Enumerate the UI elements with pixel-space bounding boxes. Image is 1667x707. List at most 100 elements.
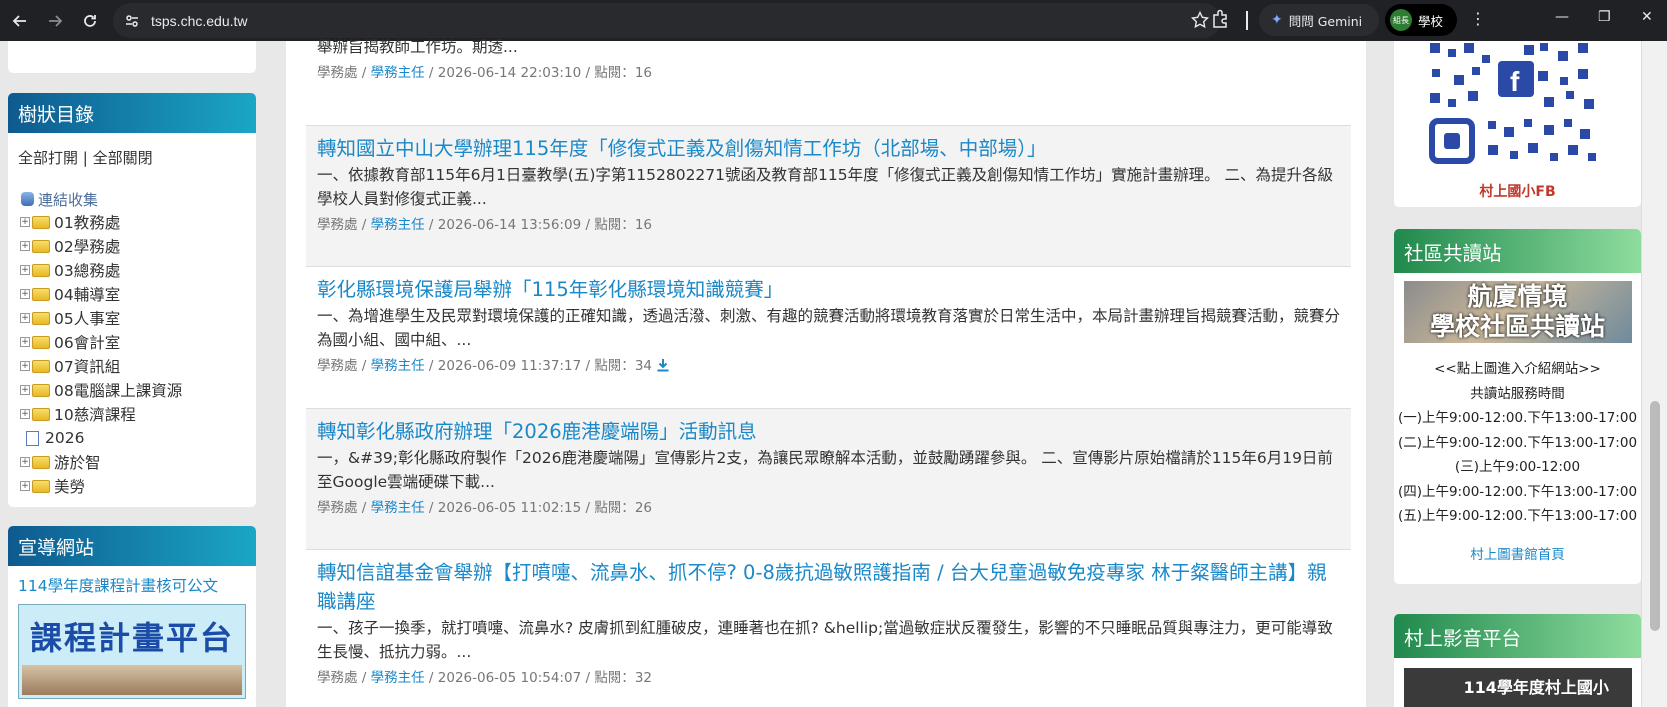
menu-kebab-icon[interactable]: ⋮ — [1470, 11, 1486, 27]
tree-item[interactable]: +08電腦課上課資源 — [18, 378, 246, 402]
expand-icon[interactable]: + — [20, 289, 30, 299]
gemini-label: 問問 Gemini — [1288, 13, 1363, 29]
news-title-link[interactable]: 彰化縣環境保護局舉辦「115年彰化縣環境知識競賽」 — [317, 275, 1340, 304]
close-icon[interactable]: ✕ — [1641, 9, 1653, 25]
close-all-link[interactable]: 全部關閉 — [93, 149, 153, 167]
forward-button[interactable] — [40, 6, 70, 36]
open-all-link[interactable]: 全部打開 — [18, 149, 78, 167]
back-button[interactable] — [5, 6, 35, 36]
news-dept: 學務處 — [317, 500, 358, 516]
tree-item-label: 游於智 — [54, 454, 101, 472]
expand-icon[interactable]: + — [20, 337, 30, 347]
expand-icon[interactable]: + — [20, 457, 30, 467]
tree-item[interactable]: +07資訊組 — [18, 354, 246, 378]
folder-icon — [32, 287, 50, 301]
tree-item[interactable]: +03總務處 — [18, 258, 246, 282]
community-reading-panel: 社區共讀站 航廈情境 學校社區共讀站 <<點上圖進入介紹網站>> 共讀站服務時間… — [1394, 229, 1641, 584]
hours-row: (一)上午9:00-12:00.下午13:00-17:00 — [1397, 410, 1638, 426]
news-item: 彰化縣環境保護局舉辦「115年彰化縣環境知識競賽」 一、為增進學生及民眾對環境保… — [306, 267, 1351, 409]
news-date: 2026-06-05 10:54:07 — [437, 670, 582, 686]
news-poster-link[interactable]: 學務主任 — [371, 65, 425, 81]
gemini-button[interactable]: ✦ 問問 Gemini — [1259, 4, 1379, 36]
page-scrollbar[interactable] — [1641, 41, 1667, 707]
tree-item[interactable]: +06會計室 — [18, 330, 246, 354]
banner-school-photo — [22, 665, 242, 695]
tree-item[interactable]: +05人事室 — [18, 306, 246, 330]
tree-item-label: 10慈濟課程 — [54, 406, 136, 424]
news-title-link[interactable]: 轉知彰化縣政府辦理「2026鹿港慶端陽」活動訊息 — [317, 417, 1340, 446]
library-home-link[interactable]: 村上圖書館首頁 — [1394, 543, 1641, 563]
hours-row: (五)上午9:00-12:00.下午13:00-17:00 — [1397, 508, 1638, 524]
news-title-link[interactable]: 轉知國立中山大學辦理115年度「修復式正義及創傷知情工作坊（北部場、中部場）」 — [317, 134, 1340, 163]
banner-title: 課程計畫平台 — [29, 619, 234, 657]
expand-icon[interactable]: + — [20, 217, 30, 227]
news-hits-label: 點閱： — [594, 358, 635, 374]
news-desc: 一、孩子一換季，就打噴嚏、流鼻水? 皮膚抓到紅腫破皮，連睡著也在抓? &hell… — [317, 619, 1333, 661]
news-hits: 32 — [634, 670, 652, 686]
download-icon[interactable] — [656, 358, 670, 372]
news-hits-label: 點閱： — [594, 670, 635, 686]
community-banner[interactable]: 航廈情境 學校社區共讀站 — [1403, 281, 1632, 343]
qr-code-image[interactable]: f — [1428, 41, 1608, 181]
tree-item-label: 04輔導室 — [54, 286, 121, 304]
news-dept: 學務處 — [317, 65, 358, 81]
expand-icon[interactable]: + — [20, 409, 30, 419]
bookmark-star-icon[interactable] — [1191, 11, 1209, 29]
expand-icon[interactable]: + — [20, 265, 30, 275]
news-hits: 16 — [634, 65, 652, 81]
tree-root[interactable]: 連結收集 — [18, 188, 246, 210]
news-list: 舉辦旨揭教師工作坊。期透... 學務處 / 學務主任 / 2026-06-14 … — [286, 38, 1366, 707]
avatar: 組長 — [1390, 9, 1412, 31]
folder-icon — [32, 407, 50, 421]
hours-row: (二)上午9:00-12:00.下午13:00-17:00 — [1397, 434, 1638, 451]
news-poster-link[interactable]: 學務主任 — [371, 670, 425, 686]
folder-icon — [32, 311, 50, 325]
community-banner-line1: 航廈情境 — [1467, 282, 1568, 311]
news-title-link[interactable]: 轉知信誼基金會舉辦【打噴嚏、流鼻水、抓不停? 0-8歲抗過敏照護指南 / 台大兒… — [317, 558, 1340, 616]
news-dept: 學務處 — [317, 358, 358, 374]
scrollbar-thumb[interactable] — [1650, 401, 1660, 631]
news-date: 2026-06-05 11:02:15 — [437, 500, 582, 516]
document-icon — [26, 430, 39, 446]
tree-panel: 樹狀目錄 全部打開 | 全部關閉 連結收集 +01教務處 +02學務處 +03總… — [8, 93, 256, 507]
tree-item[interactable]: +04輔導室 — [18, 282, 246, 306]
minimize-icon[interactable]: — — [1555, 9, 1569, 25]
url-text[interactable]: tsps.chc.edu.tw — [151, 13, 248, 29]
tree-item[interactable]: 2026 — [18, 426, 246, 450]
news-desc: 一、為增進學生及民眾對環境保護的正確知識，透過活潑、刺激、有趣的競賽活動將環境教… — [317, 307, 1341, 349]
reload-button[interactable] — [75, 6, 105, 36]
tree-item[interactable]: +10慈濟課程 — [18, 402, 246, 426]
curriculum-approval-link[interactable]: 114學年度課程計畫核可公文 — [8, 566, 256, 604]
back-arrow-icon — [12, 14, 26, 27]
tree-item[interactable]: +02學務處 — [18, 234, 246, 258]
curriculum-platform-banner[interactable]: 課程計畫平台 — [18, 604, 246, 699]
folder-icon — [32, 359, 50, 373]
news-item: 轉知彰化縣政府辦理「2026鹿港慶端陽」活動訊息 一，&#39;彰化縣政府製作「… — [306, 408, 1351, 550]
extensions-icon[interactable] — [1210, 8, 1232, 30]
news-poster-link[interactable]: 學務主任 — [371, 217, 425, 233]
profile-button[interactable]: 組長 學校 — [1385, 4, 1457, 36]
video-panel: 村上影音平台 114學年度村上國小 — [1394, 614, 1641, 707]
news-date: 2026-06-14 22:03:10 — [437, 65, 582, 81]
expand-icon[interactable]: + — [20, 241, 30, 251]
restore-icon[interactable]: ❐ — [1598, 9, 1611, 25]
site-info-button[interactable] — [117, 6, 147, 36]
news-meta: 學務處 / 學務主任 / 2026-06-14 22:03:10 / 點閱：16 — [317, 65, 652, 81]
expand-icon[interactable]: + — [20, 313, 30, 323]
tree-item-label: 07資訊組 — [54, 358, 121, 376]
tree-item[interactable]: + 游於智 — [18, 450, 246, 474]
expand-icon[interactable]: + — [20, 385, 30, 395]
tree-item[interactable]: +01教務處 — [18, 210, 246, 234]
news-poster-link[interactable]: 學務主任 — [371, 358, 425, 374]
expand-icon[interactable]: + — [20, 361, 30, 371]
tree-item-label: 02學務處 — [54, 238, 121, 256]
reload-icon — [84, 14, 96, 27]
news-poster-link[interactable]: 學務主任 — [371, 500, 425, 516]
news-hits: 16 — [634, 217, 652, 233]
expand-icon[interactable]: + — [20, 481, 30, 491]
folder-icon — [32, 479, 50, 493]
open-close-divider: | — [82, 149, 88, 167]
tree-item[interactable]: + 美勞 — [18, 474, 246, 498]
video-thumbnail[interactable]: 114學年度村上國小 — [1403, 668, 1632, 707]
hours-row: (三)上午9:00-12:00 — [1454, 459, 1581, 475]
